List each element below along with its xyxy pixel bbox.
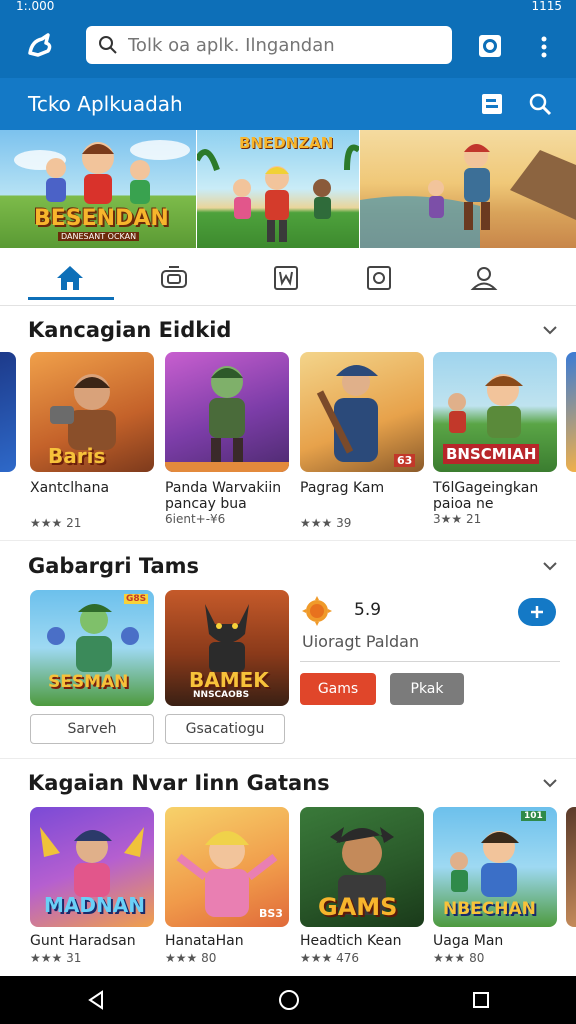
app-card[interactable]: Baris Xantclhana ★★★ 21 [30, 352, 154, 530]
game-card[interactable]: G8S SESMAN [30, 590, 154, 706]
game-rating: ★★★ 80 [165, 951, 217, 965]
game-rating: ★★★ 31 [30, 951, 82, 965]
partial-card-left[interactable] [0, 352, 16, 472]
sun-icon [302, 596, 332, 626]
app-logo-icon[interactable] [26, 31, 56, 61]
game-art-title: MADNAN [44, 893, 145, 917]
game-rating: ★★★ 476 [300, 951, 359, 965]
game-card[interactable]: BAMEK NNSCAOBS [165, 590, 289, 706]
search-input[interactable] [128, 34, 438, 56]
primary-action-button[interactable]: Gams [300, 673, 376, 705]
game-art-title: BAMEK [189, 668, 269, 692]
category-tabs [0, 250, 576, 306]
app-rating: ★★★ 39 [300, 516, 352, 530]
app-card[interactable]: 63 Pagrag Kam ★★★ 39 [300, 352, 424, 530]
game-art-title: NBECHAN [443, 899, 536, 919]
section-header[interactable]: Kancagian Eidkid [28, 318, 558, 342]
section-title: Kagaian Nvar Iinn Gatans [28, 771, 330, 795]
game-art-title: SESMAN [48, 672, 129, 692]
home-icon [57, 266, 83, 290]
section-header[interactable]: Gabargri Tams [28, 554, 558, 578]
app-art-title: BNSCMIAH [443, 444, 540, 464]
chevron-down-icon[interactable] [542, 325, 558, 335]
section-divider [0, 758, 576, 759]
game-name: Gunt Haradsan [30, 933, 136, 949]
banner-art [360, 144, 576, 248]
search-icon[interactable] [528, 92, 552, 116]
secondary-action-button[interactable]: Gsacatiogu [165, 714, 285, 744]
app-thumbnail [165, 352, 289, 472]
app-art-title: Baris [48, 444, 106, 468]
section-divider [0, 540, 576, 541]
search-icon [99, 36, 117, 54]
search-bar[interactable] [86, 26, 452, 64]
home-circle-icon[interactable] [278, 989, 300, 1011]
game-card[interactable]: BS3 HanataHan ★★★ 80 [165, 807, 289, 965]
banner-logo: BNEDNZAN [239, 134, 334, 152]
recents-icon[interactable] [472, 991, 490, 1009]
app-rating: ★★★ 21 [30, 516, 82, 530]
game-name: HanataHan [165, 933, 244, 949]
feature-rating: 5.9 [354, 600, 382, 620]
app-card[interactable]: Panda Warvakiin pancay bua 6ient+-¥6 [165, 352, 289, 526]
app-badge: 63 [394, 454, 416, 467]
feature-panel[interactable]: 5.9 Uioragt Paldan [300, 590, 560, 662]
promo-banner-1[interactable]: BESENDAN DANESANT OCKAN [0, 130, 196, 248]
app-name: Panda Warvakiin pancay bua [165, 480, 282, 512]
add-button[interactable] [518, 598, 556, 626]
banner-logo: BESENDAN [34, 206, 169, 231]
tab-games[interactable] [140, 250, 208, 306]
banner-subtitle: DANESANT OCKAN [58, 232, 140, 241]
partial-card-right[interactable] [566, 352, 576, 472]
app-name: T6lGageingkan paioa ne [433, 480, 539, 512]
game-badge: BS3 [259, 907, 283, 920]
chevron-down-icon[interactable] [542, 561, 558, 571]
game-name: Headtich Kean [300, 933, 402, 949]
game-card[interactable]: GAMS Headtich Kean ★★★ 476 [300, 807, 424, 965]
game-badge: 101 [521, 811, 546, 821]
system-nav-bar [0, 976, 576, 1024]
apps-icon [274, 266, 298, 290]
app-rating: 6ient+-¥6 [165, 512, 226, 526]
movies-icon [367, 266, 391, 290]
secondary-action-button[interactable]: Pkak [390, 673, 464, 705]
section-title: Gabargri Tams [28, 554, 200, 578]
game-rating: ★★★ 80 [433, 951, 485, 965]
app-name: Pagrag Kam [300, 480, 385, 496]
tab-apps[interactable] [208, 250, 364, 306]
tab-books[interactable] [364, 250, 394, 306]
chevron-down-icon[interactable] [542, 778, 558, 788]
game-card[interactable]: 101 NBECHAN Uaga Man ★★★ 80 [433, 807, 557, 965]
partial-card-right[interactable] [566, 807, 576, 927]
status-clock: 1115 [531, 0, 562, 13]
game-art-title: GAMS [318, 893, 398, 921]
more-vert-icon[interactable] [540, 36, 548, 58]
promo-banner-3[interactable] [360, 130, 576, 248]
app-card[interactable]: BNSCMIAH T6lGageingkan paioa ne 3★★ 21 [433, 352, 557, 526]
status-time: 1:.000 [16, 0, 55, 13]
game-card[interactable]: MADNAN Gunt Haradsan ★★★ 31 [30, 807, 154, 965]
game-art-subtitle: NNSCAOBS [193, 690, 250, 700]
game-badge: G8S [124, 594, 149, 604]
back-icon[interactable] [86, 990, 106, 1010]
store-title: Tcko Aplkuadah [28, 92, 183, 116]
camera-icon[interactable] [477, 33, 503, 59]
tab-account[interactable] [394, 250, 574, 306]
game-name: Uaga Man [433, 933, 504, 949]
gamepad-icon [161, 266, 187, 288]
app-name: Xantclhana [30, 480, 110, 496]
account-icon [470, 267, 498, 290]
store-header: Tcko Aplkuadah [0, 78, 576, 130]
app-rating: 3★★ 21 [433, 512, 482, 526]
promo-banner-2[interactable]: BNEDNZAN [197, 130, 359, 248]
library-icon[interactable] [481, 93, 503, 115]
top-app-bar [0, 14, 576, 78]
tab-home[interactable] [0, 250, 140, 306]
secondary-action-button[interactable]: Sarveh [30, 714, 154, 744]
feature-name: Uioragt Paldan [302, 632, 420, 651]
status-bar: 1:.000 1115 [0, 0, 576, 14]
section-header[interactable]: Kagaian Nvar Iinn Gatans [28, 771, 558, 795]
section-title: Kancagian Eidkid [28, 318, 232, 342]
plus-icon [531, 606, 543, 618]
